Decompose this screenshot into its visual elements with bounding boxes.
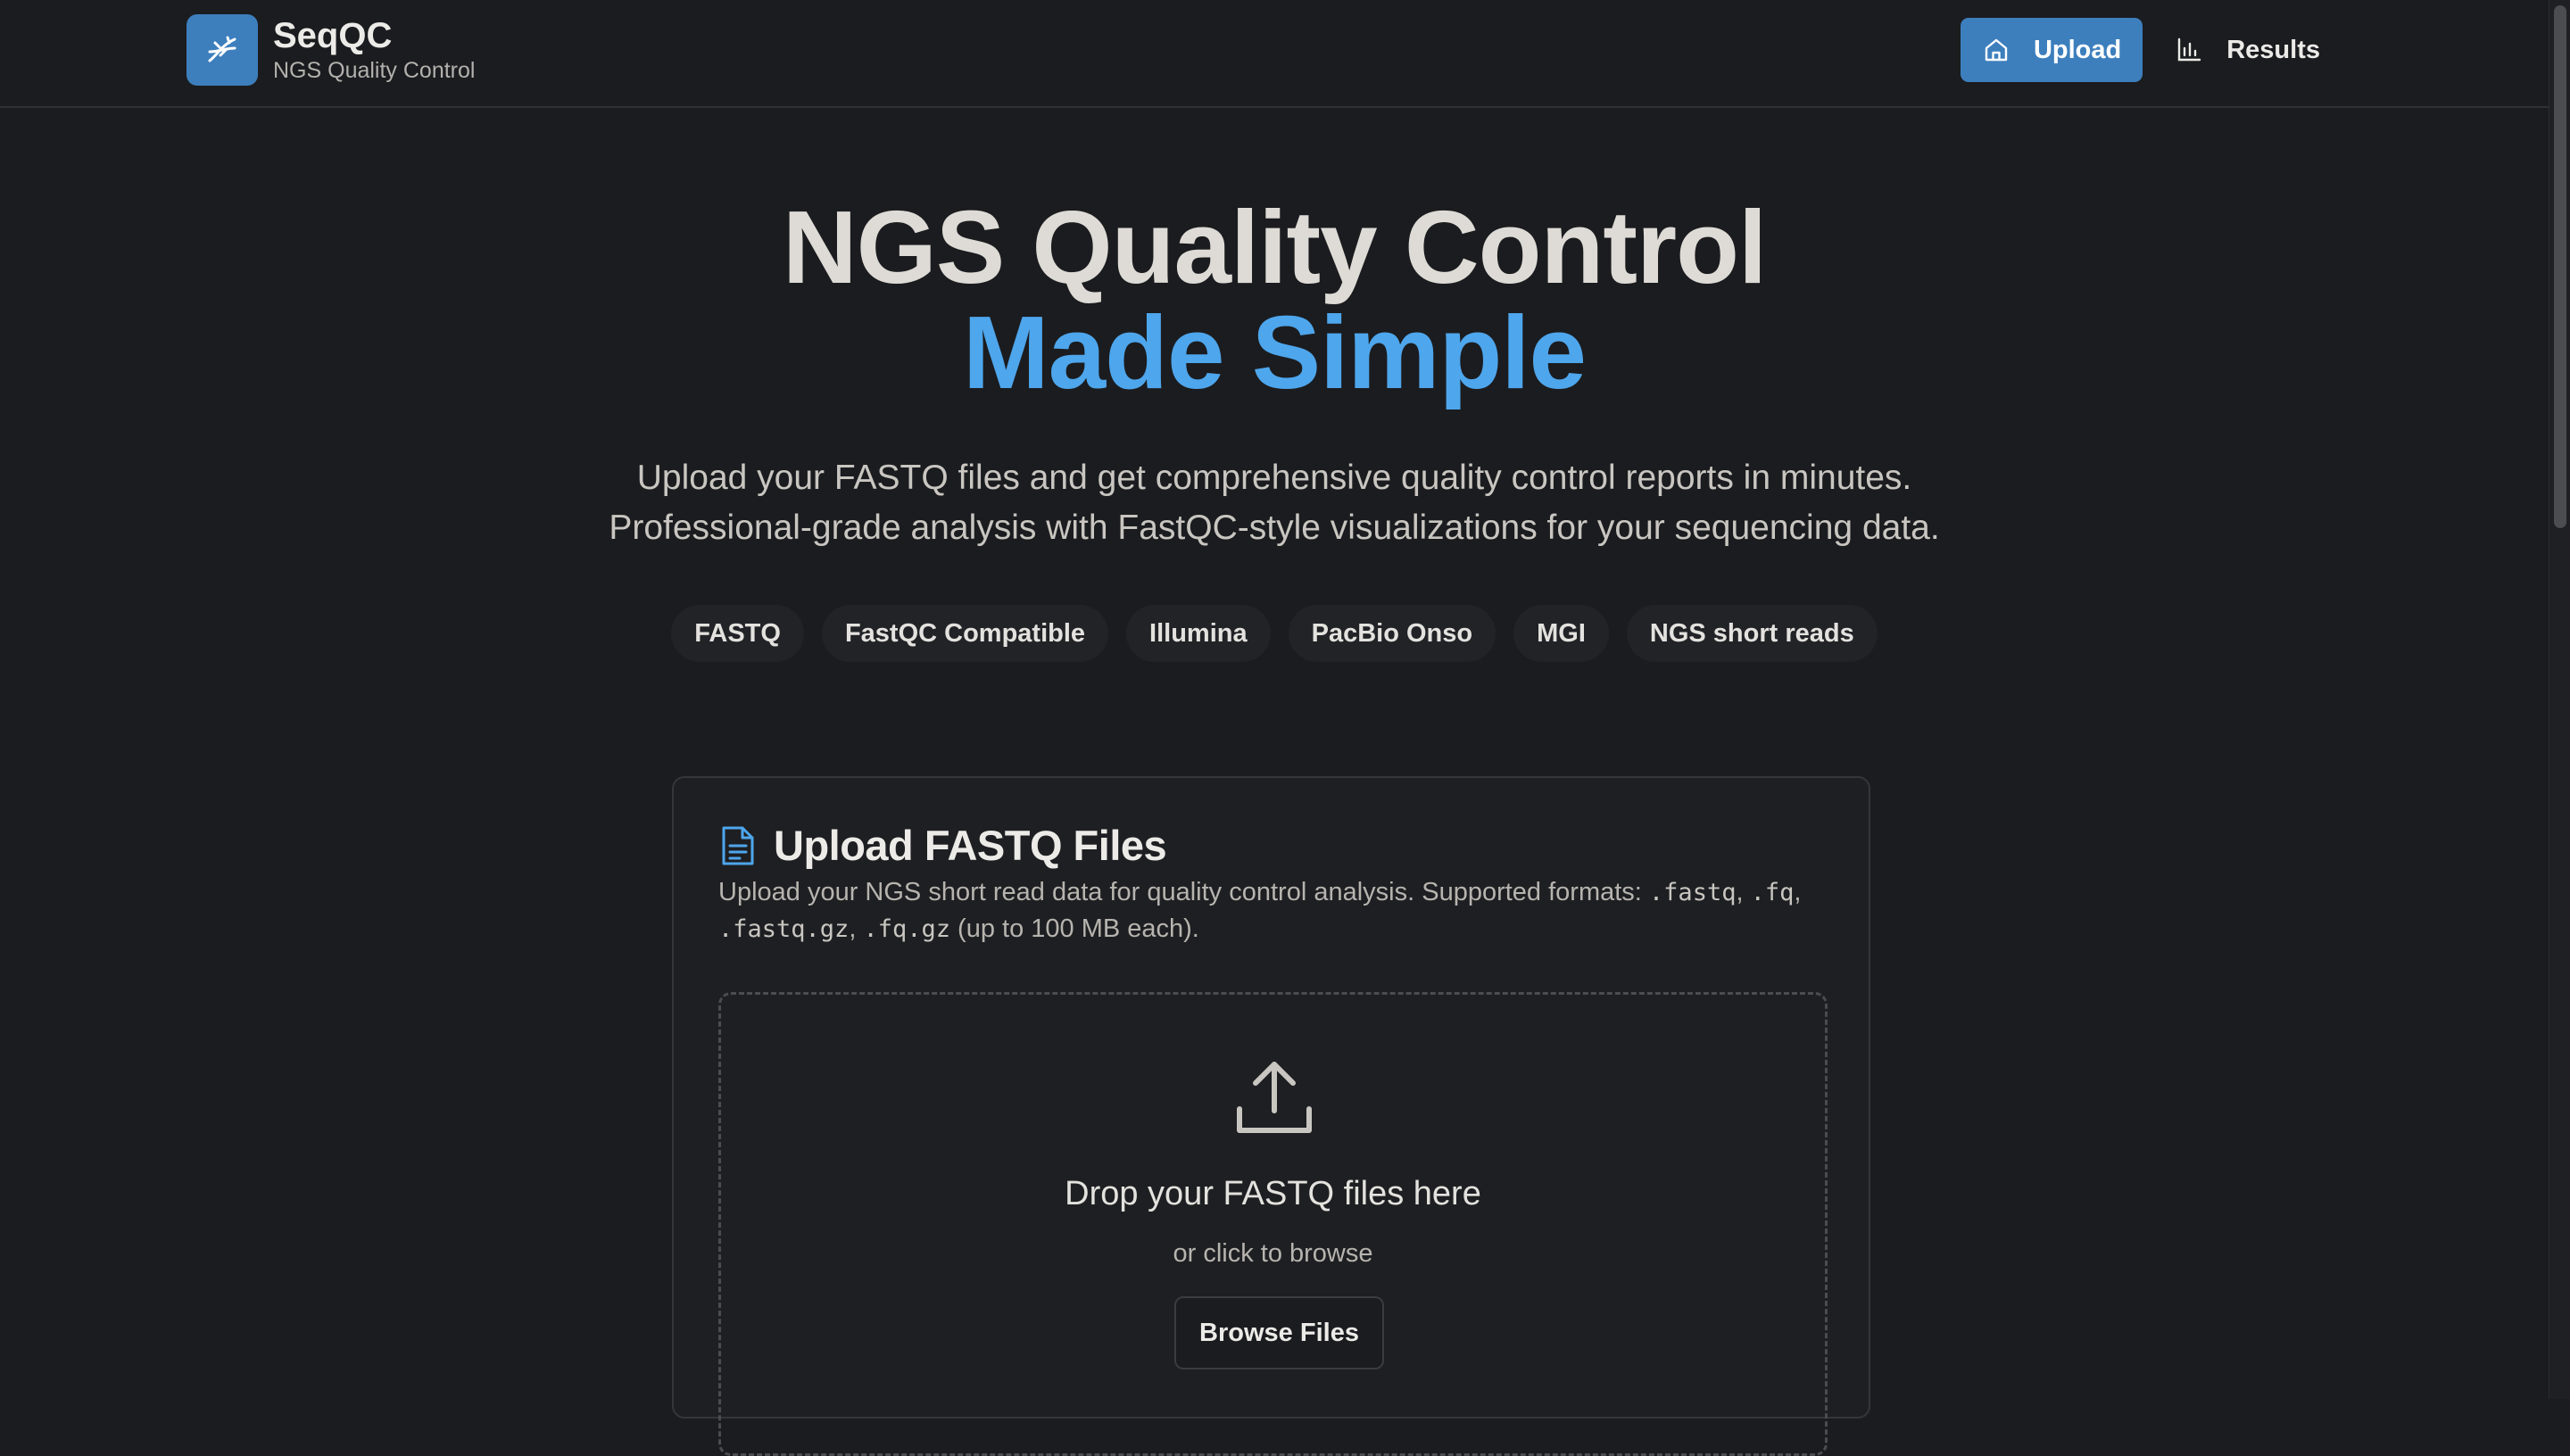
nav-upload-label: Upload — [2033, 35, 2122, 64]
upload-card: Upload FASTQ Files Upload your NGS short… — [672, 776, 1870, 1456]
top-navbar: SeqQC NGS Quality Control Upload Results — [0, 0, 2549, 108]
hero-subtitle: Upload your FASTQ files and get comprehe… — [0, 453, 2549, 553]
brand-name: SeqQC — [273, 16, 393, 55]
scrollbar-thumb[interactable] — [2554, 5, 2566, 528]
format-fastq: .fastq — [1648, 879, 1737, 906]
desc-suffix: (up to 100 MB each). — [949, 914, 1199, 943]
nav-results-label: Results — [2226, 35, 2320, 64]
format-separator: , — [849, 914, 864, 943]
tag-pacbio-onso: PacBio Onso — [1288, 605, 1496, 662]
format-tags: FASTQ FastQC Compatible Illumina PacBio … — [0, 605, 2549, 662]
format-fq-gz: .fq.gz — [863, 915, 950, 943]
brand-subtitle: NGS Quality Control — [273, 58, 476, 83]
format-fq: .fq — [1750, 879, 1795, 906]
nav-results-button[interactable]: Results — [2153, 18, 2342, 82]
dropzone-title: Drop your FASTQ files here — [1065, 1175, 1481, 1212]
browse-files-button[interactable]: Browse Files — [1174, 1296, 1384, 1369]
bar-chart-icon — [2175, 36, 2203, 64]
hero-subtitle-line2: Professional-grade analysis with FastQC-… — [609, 509, 1940, 547]
hero-subtitle-line1: Upload your FASTQ files and get comprehe… — [636, 459, 1912, 497]
tag-mgi: MGI — [1513, 605, 1609, 662]
upload-card-header: Upload FASTQ Files — [718, 821, 1167, 870]
dropzone-subtitle: or click to browse — [1173, 1239, 1373, 1268]
file-text-icon — [718, 824, 758, 867]
format-separator: , — [1794, 878, 1802, 906]
hero-title: NGS Quality Control Made Simple — [0, 194, 2549, 405]
tag-fastqc-compatible: FastQC Compatible — [821, 605, 1109, 662]
format-separator: , — [1736, 878, 1751, 906]
desc-prefix: Upload your NGS short read data for qual… — [718, 878, 1649, 906]
hero-title-line1: NGS Quality Control — [782, 189, 1767, 305]
home-icon — [1982, 36, 2010, 64]
hero-title-accent: Made Simple — [962, 294, 1587, 410]
page-scrollbar[interactable] — [2549, 0, 2570, 1399]
main-nav: Upload Results — [1960, 18, 2342, 82]
tag-fastq: FASTQ — [671, 605, 804, 662]
nav-upload-button[interactable]: Upload — [1960, 18, 2143, 82]
tag-ngs-short-reads: NGS short reads — [1626, 605, 1878, 662]
upload-card-title: Upload FASTQ Files — [774, 822, 1167, 869]
format-fastq-gz: .fastq.gz — [718, 915, 850, 943]
brand[interactable]: SeqQC NGS Quality Control — [187, 14, 475, 86]
file-dropzone[interactable]: Drop your FASTQ files here or click to b… — [718, 992, 1828, 1456]
tag-illumina: Illumina — [1126, 605, 1271, 662]
upload-card-description: Upload your NGS short read data for qual… — [718, 874, 1834, 947]
dna-icon — [187, 14, 258, 86]
upload-icon — [1234, 1059, 1314, 1136]
